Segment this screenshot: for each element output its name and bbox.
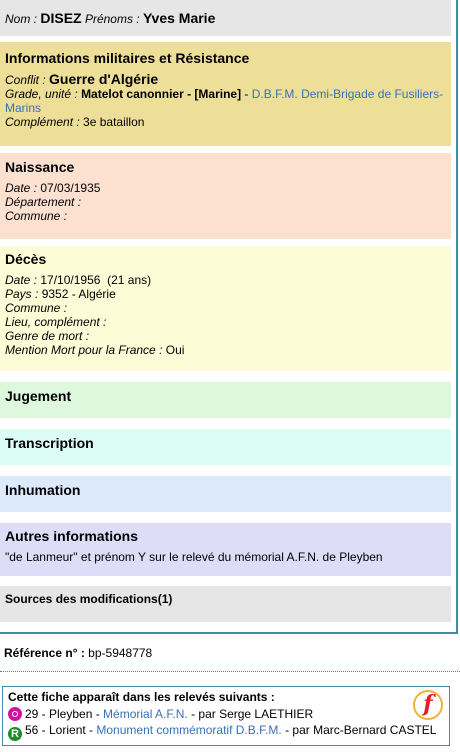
releves-title: Cette fiche apparaît dans les relevés su… — [8, 690, 275, 704]
grade-value: Matelot canonnier - — [81, 87, 195, 101]
grade-label: Grade, unité : — [5, 87, 78, 101]
releve-prefix: 56 - Lorient - — [25, 723, 97, 737]
divider — [0, 671, 460, 672]
death-mention-value: Oui — [165, 343, 185, 357]
prenoms-value: Yves Marie — [142, 10, 216, 26]
burial-title: Inhumation — [5, 482, 81, 498]
releve-link[interactable]: Monument commémoratif D.B.F.M. — [96, 723, 281, 737]
birth-section: Naissance Date : 07/03/1935 Département … — [0, 153, 451, 239]
reference-label: Référence n° : — [4, 646, 85, 660]
death-lieu-label: Lieu, complément : — [5, 315, 107, 329]
identity-section: Nom : DISEZ Prénoms : Yves Marie — [0, 0, 451, 36]
transcription-title: Transcription — [5, 435, 94, 451]
releves-box: Cette fiche apparaît dans les relevés su… — [2, 686, 450, 746]
death-pays-label: Pays : — [5, 287, 39, 301]
birth-commune-label: Commune : — [5, 209, 68, 223]
releve-suffix: - par Marc-Bernard CASTEL — [281, 723, 437, 737]
reference-value: bp-5948778 — [88, 646, 153, 660]
releve-item: R 56 - Lorient - Monument commémoratif D.… — [8, 722, 449, 741]
memorial-icon — [8, 707, 22, 721]
death-pays-value: 9352 - Algérie — [41, 287, 116, 301]
arme-value: [Marine] — [194, 87, 242, 101]
conflit-label: Conflit : — [5, 73, 46, 87]
other-info-title: Autres informations — [5, 528, 139, 544]
sources-section[interactable]: Sources des modifications(1) — [0, 586, 451, 622]
unite-separator: - — [241, 87, 252, 101]
burial-section: Inhumation — [0, 476, 451, 512]
death-date-label: Date : — [5, 273, 38, 287]
death-commune-label: Commune : — [5, 301, 68, 315]
facebook-share-icon[interactable]: f — [413, 690, 443, 720]
nom-value: DISEZ — [40, 10, 82, 26]
conflit-value: Guerre d'Algérie — [49, 71, 159, 87]
birth-date-label: Date : — [5, 181, 38, 195]
death-genre-label: Genre de mort : — [5, 329, 90, 343]
prenoms-label: Prénoms : — [84, 12, 140, 26]
military-section: Informations militaires et Résistance Co… — [0, 42, 451, 146]
complement-value: 3e bataillon — [83, 115, 145, 129]
death-title: Décès — [5, 251, 47, 267]
nom-label: Nom : — [5, 12, 38, 26]
death-mention-label: Mention Mort pour la France : — [5, 343, 163, 357]
judgement-section: Jugement — [0, 382, 451, 418]
sources-title[interactable]: Sources des modifications(1) — [5, 592, 451, 606]
death-section: Décès Date : 17/10/1956 (21 ans) Pays : … — [0, 246, 451, 371]
birth-title: Naissance — [5, 159, 75, 175]
birth-departement-label: Département : — [5, 195, 82, 209]
judgement-title: Jugement — [5, 388, 72, 404]
birth-date-value: 07/03/1935 — [40, 181, 101, 195]
releve-suffix: - par Serge LAETHIER — [187, 707, 314, 721]
transcription-section: Transcription — [0, 429, 451, 465]
releve-link[interactable]: Mémorial A.F.N. — [103, 707, 188, 721]
releve-prefix: 29 - Pleyben - — [25, 707, 104, 721]
releve-r-icon: R — [8, 727, 22, 741]
death-date-value: 17/10/1956 (21 ans) — [40, 273, 152, 287]
releve-item: 29 - Pleyben - Mémorial A.F.N. - par Ser… — [8, 706, 449, 722]
complement-label: Complément : — [5, 115, 80, 129]
military-title: Informations militaires et Résistance — [5, 50, 250, 66]
other-info-section: Autres informations "de Lanmeur" et prén… — [0, 523, 451, 576]
reference-line: Référence n° : bp-5948778 — [4, 646, 152, 660]
other-info-text: "de Lanmeur" et prénom Y sur le relevé d… — [5, 550, 383, 564]
